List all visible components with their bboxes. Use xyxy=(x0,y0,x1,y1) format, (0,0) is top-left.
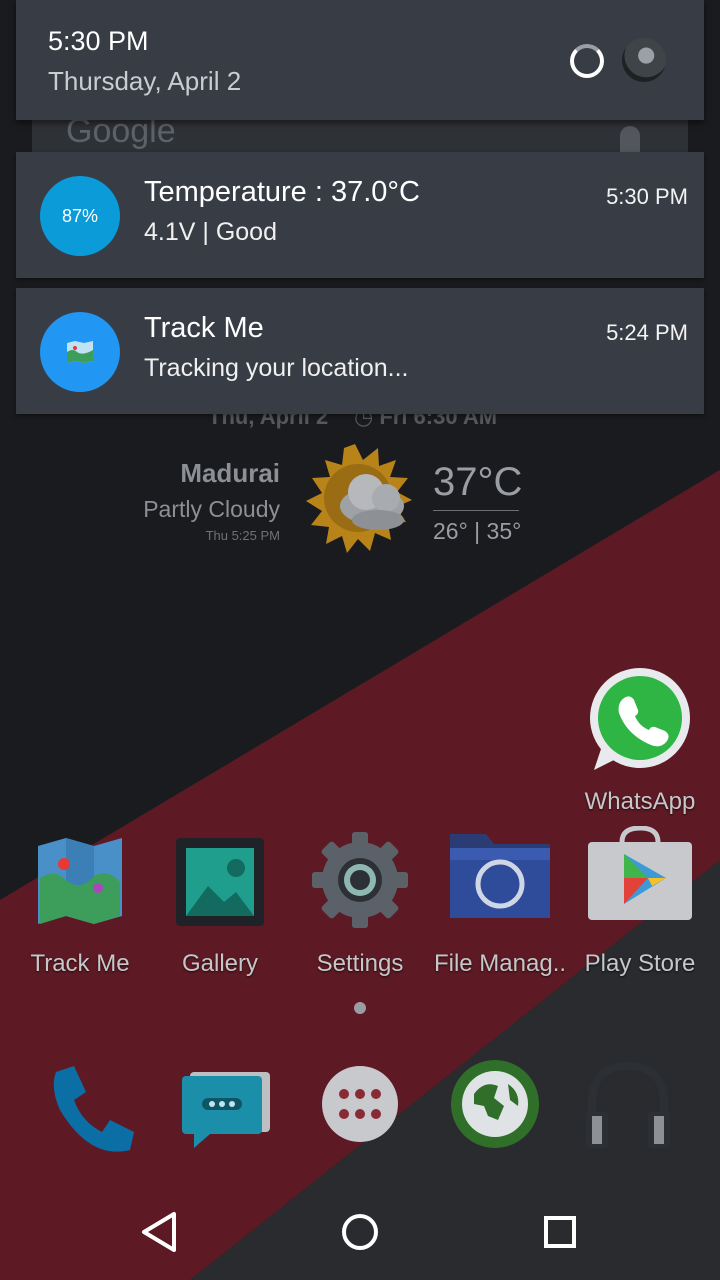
app-label-file-manager[interactable]: File Manag.. xyxy=(425,950,575,978)
app-label-settings[interactable]: Settings xyxy=(285,950,435,978)
notification-time: 5:24 PM xyxy=(606,320,688,345)
play-store-icon[interactable] xyxy=(586,826,694,922)
search-logo-text: Google xyxy=(66,120,176,150)
notification-title: Track Me xyxy=(144,312,264,344)
search-widget-peek: Google xyxy=(32,120,688,152)
notification-text: 4.1V | Good xyxy=(144,218,277,246)
app-label-play-store[interactable]: Play Store xyxy=(565,950,715,978)
recents-button[interactable] xyxy=(512,1184,608,1280)
loading-spinner-icon xyxy=(570,44,604,78)
weather-city[interactable]: Madurai xyxy=(180,458,280,489)
weather-updated: Thu 5:25 PM xyxy=(205,528,280,543)
notification-time: 5:30 PM xyxy=(606,184,688,209)
map-icon xyxy=(67,341,93,363)
header-date[interactable]: Thursday, April 2 xyxy=(48,66,241,97)
notification-header: 5:30 PM Thursday, April 2 xyxy=(16,0,704,120)
mic-icon xyxy=(620,126,640,152)
headphones-icon[interactable] xyxy=(584,1060,672,1150)
weather-condition: Partly Cloudy xyxy=(143,496,280,522)
gear-icon[interactable] xyxy=(310,830,410,930)
whatsapp-icon[interactable] xyxy=(586,666,694,774)
header-time: 5:30 PM xyxy=(48,26,149,56)
battery-percent-icon: 87% xyxy=(40,176,120,256)
phone-icon[interactable] xyxy=(46,1060,138,1152)
notification-temperature[interactable]: 87% Temperature : 37.0°C 4.1V | Good 5:3… xyxy=(16,152,704,278)
app-drawer-icon[interactable] xyxy=(320,1064,400,1144)
weather-range: 26° | 35° xyxy=(433,518,522,544)
messaging-icon[interactable] xyxy=(180,1070,272,1150)
page-indicator-dot xyxy=(354,1002,366,1014)
app-label-track-me[interactable]: Track Me xyxy=(5,950,155,978)
track-me-notification-icon xyxy=(40,312,120,392)
back-button[interactable] xyxy=(112,1184,208,1280)
navigation-bar xyxy=(0,1184,720,1280)
notification-text: Tracking your location... xyxy=(144,354,409,382)
folder-icon[interactable] xyxy=(446,828,554,920)
home-button[interactable] xyxy=(312,1184,408,1280)
notification-title: Temperature : 37.0°C xyxy=(144,176,420,208)
gallery-icon[interactable] xyxy=(174,836,266,928)
battery-percent: 87% xyxy=(61,206,99,226)
browser-globe-icon[interactable] xyxy=(450,1058,540,1150)
user-avatar[interactable] xyxy=(622,38,666,82)
weather-divider xyxy=(433,510,519,511)
weather-temperature: 37°C xyxy=(433,460,523,504)
app-label-whatsapp[interactable]: WhatsApp xyxy=(565,788,715,816)
partly-cloudy-icon[interactable] xyxy=(300,440,420,556)
app-label-gallery[interactable]: Gallery xyxy=(145,950,295,978)
map-icon[interactable] xyxy=(36,838,124,924)
notification-track-me[interactable]: Track Me Tracking your location... 5:24 … xyxy=(16,288,704,414)
